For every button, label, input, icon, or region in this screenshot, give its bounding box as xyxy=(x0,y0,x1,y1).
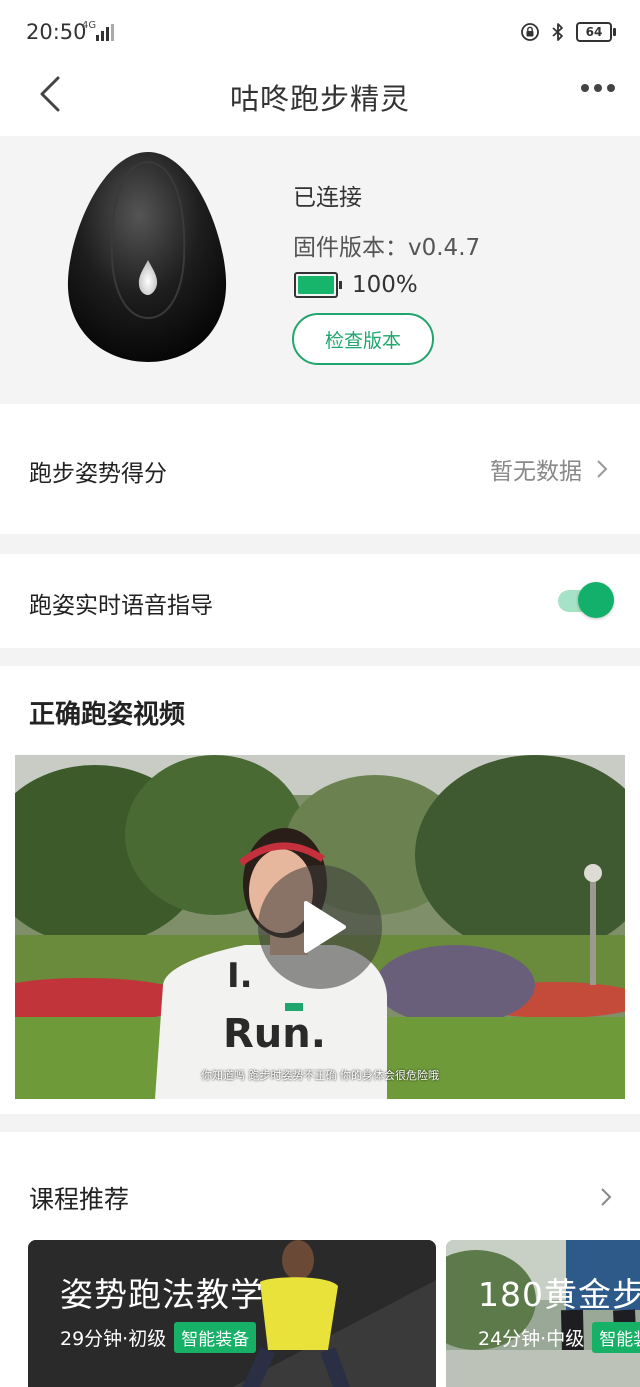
course-section-title: 课程推荐 xyxy=(29,1185,130,1214)
voice-guidance-row: 跑姿实时语音指导 xyxy=(0,554,640,648)
chevron-right-icon xyxy=(597,460,608,478)
svg-text:I.: I. xyxy=(227,956,253,996)
course-title: 姿势跑法教学 xyxy=(60,1275,264,1314)
network-type: 4G xyxy=(82,20,97,31)
signal-icon xyxy=(96,24,116,41)
lock-rotation-icon xyxy=(521,23,539,41)
course-card[interactable]: 姿势跑法教学 29分钟·初级 智能装备 xyxy=(28,1240,436,1387)
status-icons: 64 xyxy=(520,20,616,44)
voice-guidance-label: 跑姿实时语音指导 xyxy=(29,593,213,619)
status-bar: 20:50 4G 64 xyxy=(0,0,640,62)
bluetooth-icon xyxy=(552,23,563,41)
firmware-version: 固件版本：v0.4.7 xyxy=(293,228,480,262)
course-tag: 智能装备 xyxy=(592,1322,640,1353)
battery-percent: 100% xyxy=(352,272,418,298)
more-button[interactable] xyxy=(578,76,618,112)
play-button[interactable] xyxy=(258,865,382,989)
device-battery-icon xyxy=(294,272,342,298)
status-time: 20:50 xyxy=(26,20,87,44)
course-info: 29分钟·初级 xyxy=(60,1328,167,1350)
course-tag: 智能装备 xyxy=(174,1322,257,1353)
toggle-knob xyxy=(578,582,614,618)
firmware-label: 固件版本： xyxy=(293,235,408,261)
video-section: 正确跑姿视频 Run. I. 你知道吗 跑步时姿势不正确 你的身体会很危险哦 xyxy=(0,666,640,1114)
score-label: 跑步姿势得分 xyxy=(29,461,167,487)
play-icon xyxy=(304,901,346,953)
page-title: 咕咚跑步精灵 xyxy=(229,82,410,116)
firmware-value: v0.4.7 xyxy=(408,235,481,261)
course-meta: 29分钟·初级 智能装备 xyxy=(60,1322,257,1353)
shirt-text: Run. xyxy=(223,1011,326,1057)
running-posture-score-row[interactable]: 跑步姿势得分 暂无数据 xyxy=(0,404,640,534)
video-player[interactable]: Run. I. 你知道吗 跑步时姿势不正确 你的身体会很危险哦 xyxy=(15,755,625,1099)
battery-fill xyxy=(298,276,334,294)
connection-status: 已连接 xyxy=(293,185,362,211)
check-version-button[interactable]: 检查版本 xyxy=(292,313,434,365)
device-battery: 100% xyxy=(294,272,418,298)
course-card[interactable]: 180黄金步频 24分钟·中级 智能装备 xyxy=(446,1240,640,1387)
battery-icon: 64 xyxy=(576,22,616,42)
chevron-right-icon[interactable] xyxy=(598,1186,614,1208)
course-title: 180黄金步频 xyxy=(478,1275,640,1314)
device-image xyxy=(67,152,227,362)
voice-guidance-toggle[interactable] xyxy=(556,582,614,620)
course-section: 课程推荐 姿势跑法教学 29分钟·初级 智能装备 180黄金步频 24分钟·中级 xyxy=(0,1132,640,1387)
video-subtitle: 你知道吗 跑步时姿势不正确 你的身体会很危险哦 xyxy=(201,1069,439,1082)
more-dots-icon xyxy=(581,84,615,92)
video-section-title: 正确跑姿视频 xyxy=(29,700,186,730)
course-info: 24分钟·中级 xyxy=(478,1328,585,1350)
score-value: 暂无数据 xyxy=(490,459,582,485)
device-card: 已连接 固件版本：v0.4.7 100% 检查版本 xyxy=(0,136,640,404)
course-meta: 24分钟·中级 智能装备 xyxy=(478,1322,640,1353)
title-bar: 咕咚跑步精灵 xyxy=(0,62,640,136)
